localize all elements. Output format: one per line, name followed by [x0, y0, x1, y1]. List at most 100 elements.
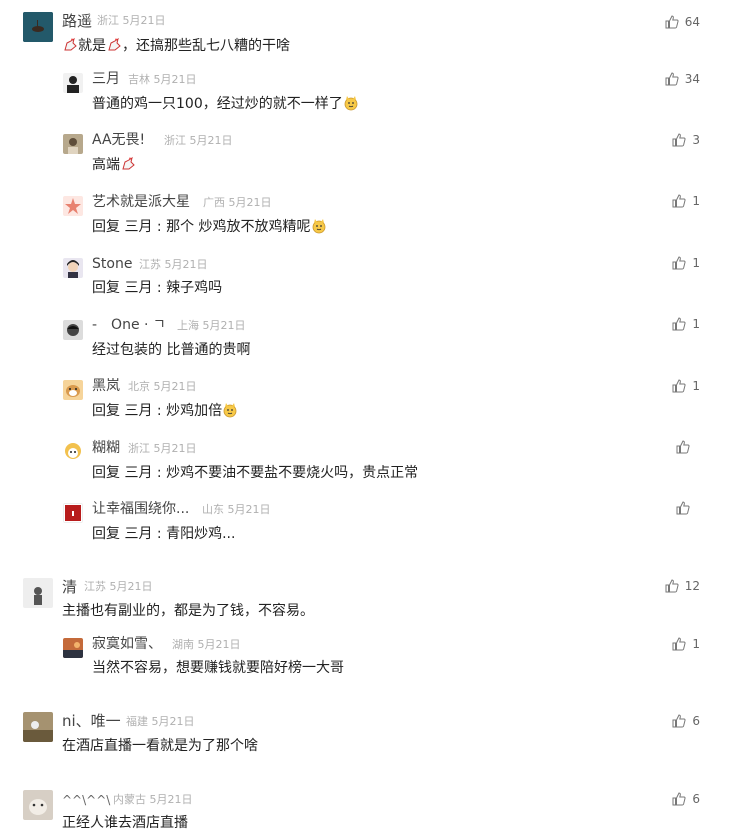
like-count: 64 [684, 15, 700, 29]
thumbs-up-icon [672, 317, 686, 331]
comment-text: 就是 ，还搞那些乱七八糟的干啥 [62, 36, 290, 56]
like-button[interactable]: 12 [665, 578, 700, 594]
avatar[interactable] [63, 73, 83, 93]
like-count: 34 [684, 72, 700, 86]
reply-prefix: 回复 三月 : [92, 219, 162, 235]
comment-meta: 上海 5月21日 [177, 317, 246, 335]
comment-meta: 山东 5月21日 [202, 501, 271, 519]
avatar[interactable] [23, 790, 53, 820]
date: 5月21日 [227, 503, 271, 516]
comment-meta: 江苏 5月21日 [84, 578, 153, 596]
like-button[interactable]: 34 [665, 71, 700, 87]
like-button[interactable]: 6 [672, 791, 700, 807]
location: 吉林 [128, 73, 150, 86]
date: 5月21日 [151, 715, 195, 728]
like-button[interactable]: 1 [672, 636, 700, 652]
like-button[interactable] [676, 501, 696, 515]
comment-meta: 浙江 5月21日 [164, 132, 233, 150]
avatar[interactable] [63, 134, 83, 154]
username[interactable]: 清 [62, 578, 77, 596]
location: 浙江 [97, 14, 119, 27]
comment-meta: 内蒙古 5月21日 [113, 791, 193, 809]
like-button[interactable]: 6 [672, 713, 700, 729]
avatar[interactable] [63, 503, 83, 523]
location: 山东 [202, 503, 224, 516]
like-button[interactable]: 1 [672, 255, 700, 271]
comment-text: 高端 [92, 155, 136, 175]
comment-meta: 江苏 5月21日 [139, 256, 208, 274]
thumbs-up-icon [665, 579, 679, 593]
thumbs-up-icon [665, 15, 679, 29]
cat-emoji [343, 95, 359, 111]
avatar[interactable] [63, 320, 83, 340]
thumbs-up-icon [672, 379, 686, 393]
avatar[interactable] [23, 712, 53, 742]
comment-text: 普通的鸡一只100，经过炒的就不一样了 [92, 94, 359, 114]
username[interactable]: 三月 [92, 70, 120, 88]
username[interactable]: Stone [92, 255, 132, 273]
date: 5月21日 [109, 580, 153, 593]
username[interactable]: 让幸福围绕你... [92, 500, 189, 518]
thumbs-up-icon [676, 501, 690, 515]
like-count: 1 [692, 194, 700, 208]
date: 5月21日 [149, 793, 193, 806]
thumbs-up-icon [672, 194, 686, 208]
reply-prefix: 回复 三月 : [92, 403, 162, 419]
thumbs-up-icon [672, 256, 686, 270]
avatar[interactable] [23, 578, 53, 608]
avatar[interactable] [63, 380, 83, 400]
username[interactable]: 黑岚 [92, 377, 120, 395]
like-button[interactable] [676, 440, 696, 454]
avatar[interactable] [63, 638, 83, 658]
reply-prefix: 回复 三月 : [92, 280, 162, 296]
avatar[interactable] [63, 196, 83, 216]
date: 5月21日 [228, 196, 272, 209]
location: 北京 [128, 380, 150, 393]
like-button[interactable]: 1 [672, 378, 700, 394]
date: 5月21日 [189, 134, 233, 147]
cat-emoji [222, 402, 238, 418]
comment-meta: 吉林 5月21日 [128, 71, 197, 89]
username[interactable]: ni、唯一 [62, 712, 121, 730]
like-count: 1 [692, 256, 700, 270]
avatar[interactable] [63, 441, 83, 461]
comment-text: 经过包装的 比普通的贵啊 [92, 342, 251, 358]
rooster-emoji [106, 37, 122, 53]
date: 5月21日 [153, 442, 197, 455]
rooster-emoji [62, 37, 78, 53]
location: 广西 [203, 196, 225, 209]
comment-text: 回复 三月 : 炒鸡不要油不要盐不要烧火吗，贵点正常 [92, 465, 419, 481]
location: 江苏 [139, 258, 161, 271]
date: 5月21日 [202, 319, 246, 332]
comment-meta: 北京 5月21日 [128, 378, 197, 396]
username[interactable]: ^^\^^\ [62, 791, 110, 809]
thumbs-up-icon [676, 440, 690, 454]
thumbs-up-icon [672, 714, 686, 728]
like-count: 6 [692, 714, 700, 728]
username[interactable]: 路遥 [62, 12, 92, 30]
username[interactable]: 艺术就是派大星 [92, 193, 190, 211]
comment-text: 回复 三月 : 辣子鸡吗 [92, 280, 223, 296]
location: 浙江 [128, 442, 150, 455]
comment-meta: 福建 5月21日 [126, 713, 195, 731]
date: 5月21日 [153, 73, 197, 86]
like-count: 6 [692, 792, 700, 806]
date: 5月21日 [122, 14, 166, 27]
like-button[interactable]: 1 [672, 193, 700, 209]
like-button[interactable]: 1 [672, 316, 700, 332]
date: 5月21日 [197, 638, 241, 651]
like-count: 1 [692, 379, 700, 393]
like-count: 1 [692, 317, 700, 331]
avatar[interactable] [63, 258, 83, 278]
like-count: 12 [684, 579, 700, 593]
avatar[interactable] [23, 12, 53, 42]
username[interactable]: 糊糊 [92, 439, 120, 457]
username[interactable]: 寂寞如雪、 [92, 635, 162, 653]
username[interactable]: AA无畏! [92, 131, 145, 149]
like-button[interactable]: 3 [672, 132, 700, 148]
username[interactable]: - One · ㄱ [92, 316, 166, 334]
thumbs-up-icon [665, 72, 679, 86]
location: 内蒙古 [113, 793, 146, 806]
cat-emoji [311, 218, 327, 234]
like-button[interactable]: 64 [665, 14, 700, 30]
